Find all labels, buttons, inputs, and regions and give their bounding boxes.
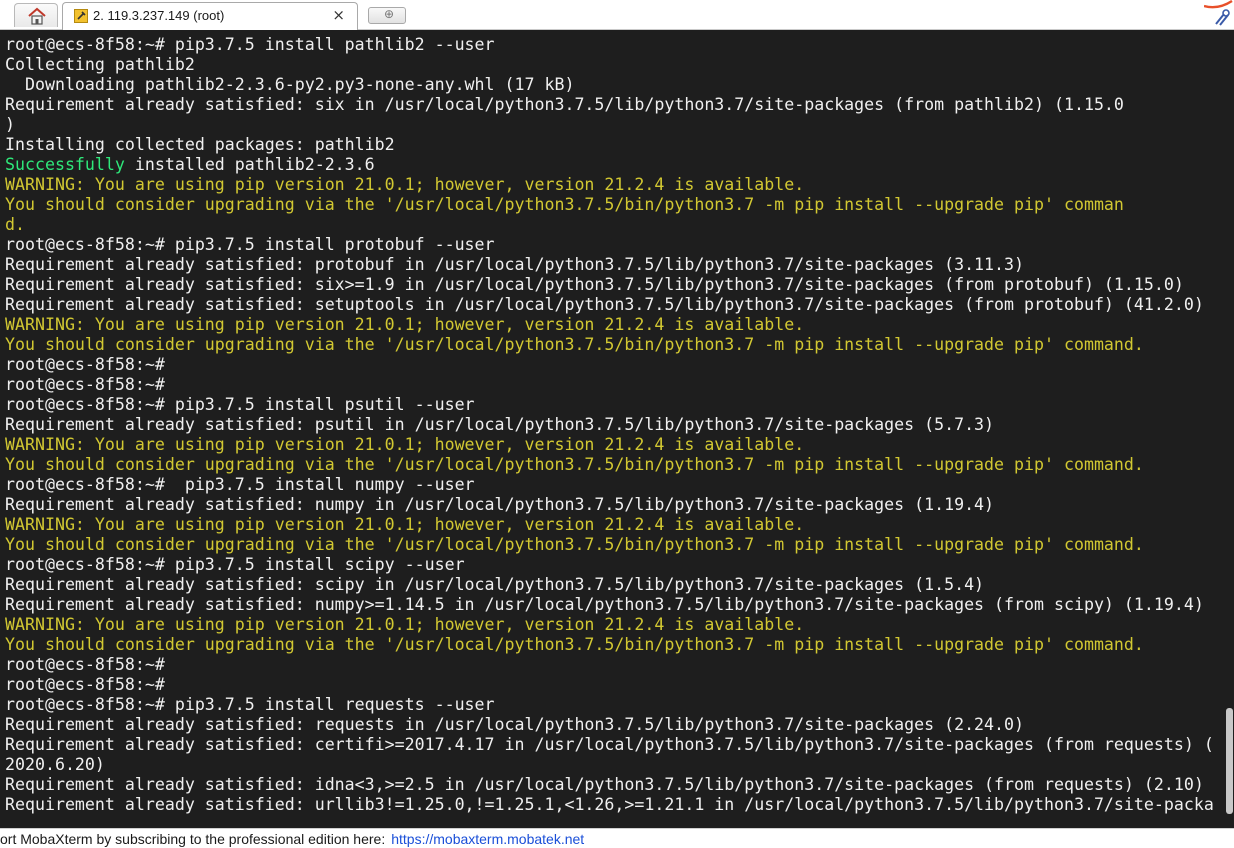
- terminal-line-segment: You should consider upgrading via the '/…: [5, 195, 1124, 214]
- terminal-line-segment: Downloading pathlib2-2.3.6-py2.py3-none-…: [5, 75, 575, 94]
- terminal-line: Successfully installed pathlib2-2.3.6: [5, 155, 1214, 175]
- terminal-line-segment: root@ecs-8f58:~# pip3.7.5 install protob…: [5, 235, 495, 254]
- terminal-line: Requirement already satisfied: six>=1.9 …: [5, 275, 1214, 295]
- terminal-line: root@ecs-8f58:~# pip3.7.5 install numpy …: [5, 475, 1214, 495]
- tools-icon[interactable]: [1204, 0, 1234, 30]
- terminal-line: You should consider upgrading via the '/…: [5, 195, 1214, 215]
- terminal-line: You should consider upgrading via the '/…: [5, 635, 1214, 655]
- terminal-line-segment: You should consider upgrading via the '/…: [5, 535, 1144, 554]
- terminal-line: Downloading pathlib2-2.3.6-py2.py3-none-…: [5, 75, 1214, 95]
- terminal-line: Requirement already satisfied: six in /u…: [5, 95, 1214, 115]
- terminal-line: root@ecs-8f58:~#: [5, 375, 1214, 395]
- close-tab-icon[interactable]: ×: [332, 6, 345, 24]
- terminal-line-segment: d.: [5, 215, 25, 234]
- terminal-line: root@ecs-8f58:~#: [5, 675, 1214, 695]
- home-tab-button[interactable]: [14, 3, 58, 27]
- terminal-line-segment: Requirement already satisfied: certifi>=…: [5, 735, 1214, 754]
- terminal-line-segment: root@ecs-8f58:~# pip3.7.5 install pathli…: [5, 35, 495, 54]
- terminal-line-segment: Requirement already satisfied: scipy in …: [5, 575, 985, 594]
- terminal-line-segment: installed pathlib2-2.3.6: [124, 155, 375, 174]
- terminal-line-segment: Requirement already satisfied: six>=1.9 …: [5, 275, 1184, 294]
- terminal-line-segment: Requirement already satisfied: numpy>=1.…: [5, 595, 1204, 614]
- terminal-line: Requirement already satisfied: urllib3!=…: [5, 795, 1214, 815]
- terminal-line: You should consider upgrading via the '/…: [5, 455, 1214, 475]
- terminal-line-segment: Requirement already satisfied: six in /u…: [5, 95, 1124, 114]
- terminal-line: root@ecs-8f58:~#: [5, 355, 1214, 375]
- terminal-line: Requirement already satisfied: numpy>=1.…: [5, 595, 1214, 615]
- terminal-line-segment: root@ecs-8f58:~# pip3.7.5 install psutil…: [5, 395, 475, 414]
- terminal-line: Requirement already satisfied: setuptool…: [5, 295, 1214, 315]
- terminal-line: root@ecs-8f58:~# pip3.7.5 install protob…: [5, 235, 1214, 255]
- terminal-line: Requirement already satisfied: certifi>=…: [5, 735, 1214, 755]
- terminal-line: WARNING: You are using pip version 21.0.…: [5, 435, 1214, 455]
- scrollbar-thumb[interactable]: [1226, 708, 1233, 814]
- terminal-line-segment: root@ecs-8f58:~# pip3.7.5 install scipy …: [5, 555, 465, 574]
- terminal-line-segment: root@ecs-8f58:~#: [5, 655, 165, 674]
- tab-bar: 2. 119.3.237.149 (root) × ⊕: [0, 0, 1234, 30]
- terminal-line-segment: 2020.6.20): [5, 755, 105, 774]
- terminal-line-segment: WARNING: You are using pip version 21.0.…: [5, 615, 805, 634]
- status-text: ort MobaXterm by subscribing to the prof…: [0, 831, 386, 847]
- terminal-line: Requirement already satisfied: idna<3,>=…: [5, 775, 1214, 795]
- terminal-line: Requirement already satisfied: protobuf …: [5, 255, 1214, 275]
- terminal-line-segment: WARNING: You are using pip version 21.0.…: [5, 315, 805, 334]
- home-icon: [28, 7, 46, 25]
- terminal-line-segment: WARNING: You are using pip version 21.0.…: [5, 435, 805, 454]
- terminal-line-segment: Requirement already satisfied: psutil in…: [5, 415, 995, 434]
- terminal-line-segment: Requirement already satisfied: numpy in …: [5, 495, 995, 514]
- terminal-scrollbar[interactable]: [1220, 30, 1234, 828]
- terminal-line: WARNING: You are using pip version 21.0.…: [5, 615, 1214, 635]
- terminal-line: You should consider upgrading via the '/…: [5, 335, 1214, 355]
- terminal-line: 2020.6.20): [5, 755, 1214, 775]
- terminal-line: root@ecs-8f58:~# pip3.7.5 install pathli…: [5, 35, 1214, 55]
- terminal-line: WARNING: You are using pip version 21.0.…: [5, 175, 1214, 195]
- terminal-lines: root@ecs-8f58:~# pip3.7.5 install pathli…: [5, 35, 1214, 815]
- terminal-line-segment: root@ecs-8f58:~#: [5, 375, 165, 394]
- terminal-line: root@ecs-8f58:~# pip3.7.5 install psutil…: [5, 395, 1214, 415]
- terminal-line-segment: Requirement already satisfied: setuptool…: [5, 295, 1204, 314]
- new-tab-button[interactable]: ⊕: [368, 7, 406, 24]
- terminal-line: WARNING: You are using pip version 21.0.…: [5, 515, 1214, 535]
- professional-edition-link[interactable]: https://mobaxterm.mobatek.net: [391, 831, 584, 847]
- terminal-line-segment: root@ecs-8f58:~#: [5, 355, 165, 374]
- plus-icon: ⊕: [384, 7, 395, 21]
- terminal-line: d.: [5, 215, 1214, 235]
- terminal-line: Installing collected packages: pathlib2: [5, 135, 1214, 155]
- terminal-line-segment: Collecting pathlib2: [5, 55, 195, 74]
- status-message: ort MobaXterm by subscribing to the prof…: [0, 831, 584, 847]
- terminal-line: root@ecs-8f58:~# pip3.7.5 install scipy …: [5, 555, 1214, 575]
- terminal-line-segment: WARNING: You are using pip version 21.0.…: [5, 515, 805, 534]
- terminal-line: Collecting pathlib2: [5, 55, 1214, 75]
- terminal-line: ): [5, 115, 1214, 135]
- terminal-line-segment: Requirement already satisfied: requests …: [5, 715, 1025, 734]
- terminal-line: root@ecs-8f58:~# pip3.7.5 install reques…: [5, 695, 1214, 715]
- terminal-line: Requirement already satisfied: scipy in …: [5, 575, 1214, 595]
- terminal-line: Requirement already satisfied: requests …: [5, 715, 1214, 735]
- session-tab[interactable]: 2. 119.3.237.149 (root) ×: [62, 2, 358, 30]
- terminal-line: Requirement already satisfied: psutil in…: [5, 415, 1214, 435]
- terminal-line-segment: Requirement already satisfied: urllib3!=…: [5, 795, 1214, 814]
- terminal-line-segment: You should consider upgrading via the '/…: [5, 455, 1144, 474]
- terminal-line-segment: root@ecs-8f58:~#: [5, 675, 165, 694]
- terminal-line: WARNING: You are using pip version 21.0.…: [5, 315, 1214, 335]
- terminal-line-segment: Installing collected packages: pathlib2: [5, 135, 395, 154]
- terminal-line-segment: Requirement already satisfied: protobuf …: [5, 255, 1025, 274]
- terminal-line-segment: Requirement already satisfied: idna<3,>=…: [5, 775, 1204, 794]
- status-bar: ort MobaXterm by subscribing to the prof…: [0, 828, 1234, 848]
- terminal-line-segment: WARNING: You are using pip version 21.0.…: [5, 175, 805, 194]
- terminal-line-segment: ): [5, 115, 15, 134]
- terminal-line: root@ecs-8f58:~#: [5, 655, 1214, 675]
- terminal-line-segment: You should consider upgrading via the '/…: [5, 335, 1144, 354]
- session-tab-title: 2. 119.3.237.149 (root): [93, 8, 225, 23]
- terminal-output[interactable]: root@ecs-8f58:~# pip3.7.5 install pathli…: [0, 30, 1220, 828]
- terminal-line: Requirement already satisfied: numpy in …: [5, 495, 1214, 515]
- terminal-line-segment: root@ecs-8f58:~# pip3.7.5 install reques…: [5, 695, 495, 714]
- terminal-line-segment: root@ecs-8f58:~# pip3.7.5 install numpy …: [5, 475, 475, 494]
- terminal-line-segment: You should consider upgrading via the '/…: [5, 635, 1144, 654]
- terminal-line: You should consider upgrading via the '/…: [5, 535, 1214, 555]
- ssh-session-icon: [74, 9, 88, 23]
- terminal-line-segment: Successfully: [5, 155, 125, 174]
